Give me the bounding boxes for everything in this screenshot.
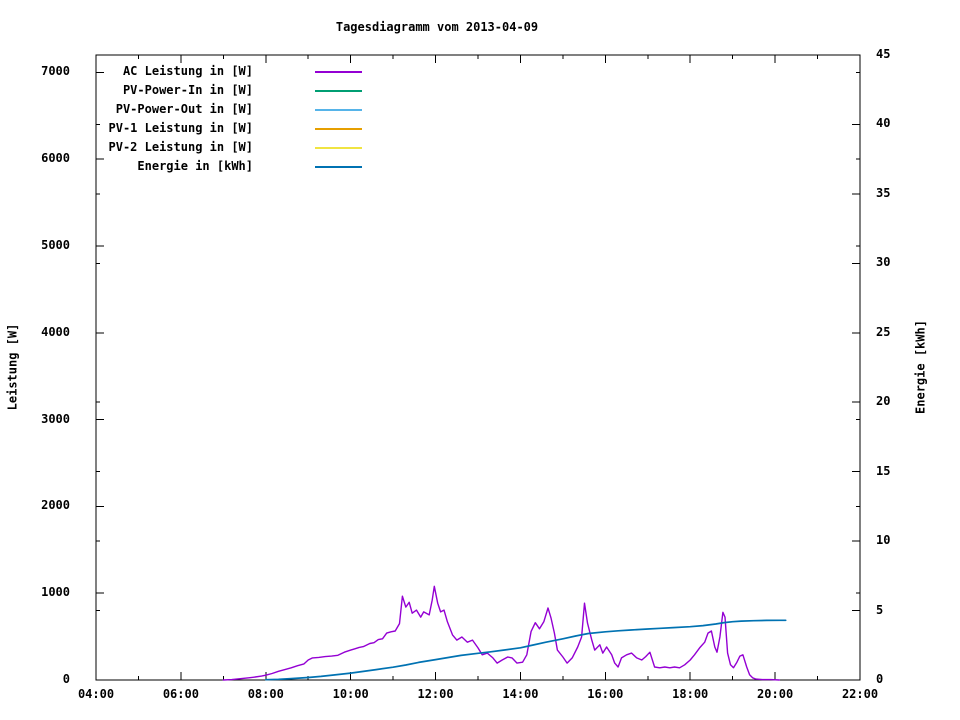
legend-label: PV-Power-Out in [W] xyxy=(116,103,253,116)
legend-item: Energie in [kWh] xyxy=(0,160,960,174)
legend-label: AC Leistung in [W] xyxy=(123,65,253,78)
y-left-tick-label: 7000 xyxy=(0,65,70,78)
chart-title: Tagesdiagramm vom 2013-04-09 xyxy=(187,21,687,34)
y-right-tick-label: 35 xyxy=(876,187,890,200)
x-tick-label: 06:00 xyxy=(146,688,216,701)
x-tick-label: 18:00 xyxy=(655,688,725,701)
legend-item: PV-Power-In in [W] xyxy=(0,84,960,98)
legend-label: Energie in [kWh] xyxy=(137,160,253,173)
y-right-tick-label: 0 xyxy=(876,673,883,686)
y-right-tick-label: 5 xyxy=(876,604,883,617)
legend-label: PV-1 Leistung in [W] xyxy=(109,122,254,135)
legend-line-swatch xyxy=(315,147,362,149)
y-left-tick-label: 2000 xyxy=(0,499,70,512)
tagesdiagramm-chart: Tagesdiagramm vom 2013-04-09 Leistung [W… xyxy=(0,0,960,720)
x-tick-label: 20:00 xyxy=(740,688,810,701)
ac-leistung-line xyxy=(223,586,779,680)
legend-item: PV-Power-Out in [W] xyxy=(0,103,960,117)
legend-line-swatch xyxy=(315,90,362,92)
energie-line xyxy=(266,620,786,679)
y-left-tick-label: 5000 xyxy=(0,239,70,252)
legend-line-swatch xyxy=(315,71,362,73)
y-right-tick-label: 15 xyxy=(876,465,890,478)
legend-label: PV-2 Leistung in [W] xyxy=(109,141,254,154)
x-tick-label: 12:00 xyxy=(401,688,471,701)
y-left-tick-label: 1000 xyxy=(0,586,70,599)
legend-label: PV-Power-In in [W] xyxy=(123,84,253,97)
legend-item: PV-1 Leistung in [W] xyxy=(0,122,960,136)
legend-line-swatch xyxy=(315,128,362,130)
y-right-tick-label: 40 xyxy=(876,117,890,130)
x-tick-label: 16:00 xyxy=(570,688,640,701)
y-left-tick-label: 0 xyxy=(0,673,70,686)
y-right-tick-label: 25 xyxy=(876,326,890,339)
x-tick-label: 04:00 xyxy=(61,688,131,701)
legend-item: PV-2 Leistung in [W] xyxy=(0,141,960,155)
y-right-tick-label: 30 xyxy=(876,256,890,269)
y-right-tick-label: 20 xyxy=(876,395,890,408)
y-left-tick-label: 3000 xyxy=(0,413,70,426)
y-right-tick-label: 45 xyxy=(876,48,890,61)
legend-item: AC Leistung in [W] xyxy=(0,65,960,79)
legend-line-swatch xyxy=(315,166,362,168)
x-tick-label: 08:00 xyxy=(231,688,301,701)
x-tick-label: 10:00 xyxy=(316,688,386,701)
y-right-tick-label: 10 xyxy=(876,534,890,547)
legend-line-swatch xyxy=(315,109,362,111)
y-left-tick-label: 4000 xyxy=(0,326,70,339)
y-right-axis-title: Energie [kWh] xyxy=(915,320,928,414)
x-tick-label: 22:00 xyxy=(825,688,895,701)
y-left-tick-label: 6000 xyxy=(0,152,70,165)
x-tick-label: 14:00 xyxy=(485,688,555,701)
